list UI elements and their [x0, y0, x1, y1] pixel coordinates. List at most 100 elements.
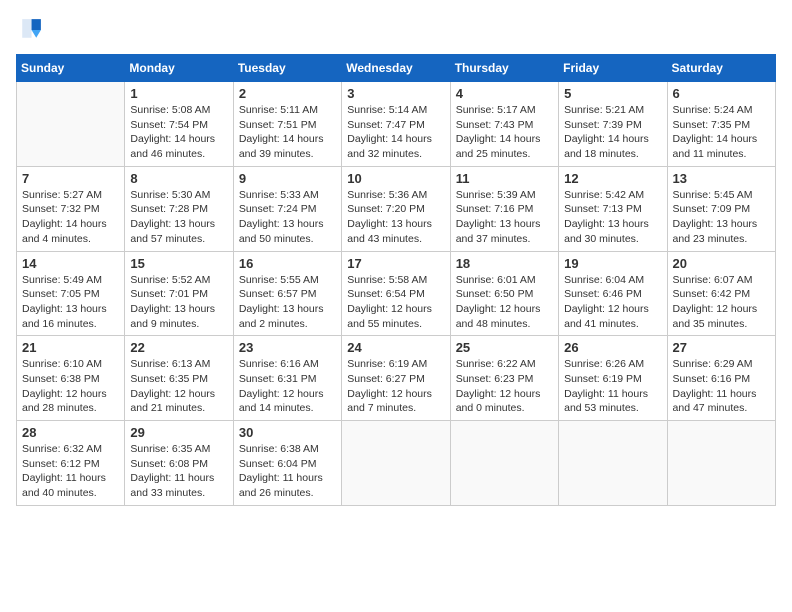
- day-detail: Sunrise: 6:38 AMSunset: 6:04 PMDaylight:…: [239, 442, 336, 501]
- day-detail: Sunrise: 5:21 AMSunset: 7:39 PMDaylight:…: [564, 103, 661, 162]
- calendar-table: SundayMondayTuesdayWednesdayThursdayFrid…: [16, 54, 776, 506]
- header-cell-tuesday: Tuesday: [233, 55, 341, 82]
- calendar-cell: 18 Sunrise: 6:01 AMSunset: 6:50 PMDayligh…: [450, 251, 558, 336]
- day-detail: Sunrise: 5:58 AMSunset: 6:54 PMDaylight:…: [347, 273, 444, 332]
- day-detail: Sunrise: 5:36 AMSunset: 7:20 PMDaylight:…: [347, 188, 444, 247]
- day-number: 10: [347, 171, 444, 186]
- header-cell-monday: Monday: [125, 55, 233, 82]
- calendar-week-4: 21Sunrise: 6:10 AMSunset: 6:38 PMDayligh…: [17, 336, 776, 421]
- day-detail: Sunrise: 6:35 AMSunset: 6:08 PMDaylight:…: [130, 442, 227, 501]
- day-number: 28: [22, 425, 119, 440]
- calendar-cell: 26Sunrise: 6:26 AMSunset: 6:19 PMDayligh…: [559, 336, 667, 421]
- day-number: 23: [239, 340, 336, 355]
- calendar-cell: 27 Sunrise: 6:29 AMSunset: 6:16 PMDayligh…: [667, 336, 775, 421]
- calendar-cell: 20 Sunrise: 6:07 AMSunset: 6:42 PMDayligh…: [667, 251, 775, 336]
- calendar-week-2: 7 Sunrise: 5:27 AMSunset: 7:32 PMDaylight…: [17, 166, 776, 251]
- day-detail: Sunrise: 5:45 AMSunset: 7:09 PMDaylight:…: [673, 188, 770, 247]
- calendar-cell: 19 Sunrise: 6:04 AMSunset: 6:46 PMDayligh…: [559, 251, 667, 336]
- day-detail: Sunrise: 6:01 AMSunset: 6:50 PMDaylight:…: [456, 273, 553, 332]
- day-detail: Sunrise: 5:11 AMSunset: 7:51 PMDaylight:…: [239, 103, 336, 162]
- day-detail: Sunrise: 6:32 AMSunset: 6:12 PMDaylight:…: [22, 442, 119, 501]
- calendar-cell: 12 Sunrise: 5:42 AMSunset: 7:13 PMDayligh…: [559, 166, 667, 251]
- day-number: 8: [130, 171, 227, 186]
- calendar-cell: 2Sunrise: 5:11 AMSunset: 7:51 PMDaylight…: [233, 82, 341, 167]
- day-number: 13: [673, 171, 770, 186]
- calendar-cell: 7 Sunrise: 5:27 AMSunset: 7:32 PMDaylight…: [17, 166, 125, 251]
- logo: [16, 16, 48, 44]
- day-number: 14: [22, 256, 119, 271]
- calendar-cell: 24 Sunrise: 6:19 AMSunset: 6:27 PMDayligh…: [342, 336, 450, 421]
- calendar-cell: 8 Sunrise: 5:30 AMSunset: 7:28 PMDaylight…: [125, 166, 233, 251]
- day-number: 18: [456, 256, 553, 271]
- day-number: 17: [347, 256, 444, 271]
- day-number: 12: [564, 171, 661, 186]
- day-number: 7: [22, 171, 119, 186]
- day-detail: Sunrise: 5:42 AMSunset: 7:13 PMDaylight:…: [564, 188, 661, 247]
- day-number: 21: [22, 340, 119, 355]
- header-row: SundayMondayTuesdayWednesdayThursdayFrid…: [17, 55, 776, 82]
- calendar-cell: 14 Sunrise: 5:49 AMSunset: 7:05 PMDayligh…: [17, 251, 125, 336]
- day-detail: Sunrise: 5:14 AMSunset: 7:47 PMDaylight:…: [347, 103, 444, 162]
- header-cell-wednesday: Wednesday: [342, 55, 450, 82]
- day-detail: Sunrise: 6:19 AMSunset: 6:27 PMDaylight:…: [347, 357, 444, 416]
- day-number: 15: [130, 256, 227, 271]
- day-detail: Sunrise: 5:39 AMSunset: 7:16 PMDaylight:…: [456, 188, 553, 247]
- calendar-cell: 16 Sunrise: 5:55 AMSunset: 6:57 PMDayligh…: [233, 251, 341, 336]
- calendar-cell: 30 Sunrise: 6:38 AMSunset: 6:04 PMDayligh…: [233, 421, 341, 506]
- day-detail: Sunrise: 6:26 AMSunset: 6:19 PMDaylight:…: [564, 357, 661, 416]
- day-number: 4: [456, 86, 553, 101]
- day-number: 30: [239, 425, 336, 440]
- calendar-cell: 25 Sunrise: 6:22 AMSunset: 6:23 PMDayligh…: [450, 336, 558, 421]
- calendar-cell: 13 Sunrise: 5:45 AMSunset: 7:09 PMDayligh…: [667, 166, 775, 251]
- day-detail: Sunrise: 5:55 AMSunset: 6:57 PMDaylight:…: [239, 273, 336, 332]
- calendar-week-1: 1 Sunrise: 5:08 AMSunset: 7:54 PMDaylight…: [17, 82, 776, 167]
- calendar-cell: [450, 421, 558, 506]
- calendar-cell: 17 Sunrise: 5:58 AMSunset: 6:54 PMDayligh…: [342, 251, 450, 336]
- calendar-cell: 23Sunrise: 6:16 AMSunset: 6:31 PMDayligh…: [233, 336, 341, 421]
- day-detail: Sunrise: 6:04 AMSunset: 6:46 PMDaylight:…: [564, 273, 661, 332]
- day-number: 27: [673, 340, 770, 355]
- calendar-cell: 21Sunrise: 6:10 AMSunset: 6:38 PMDayligh…: [17, 336, 125, 421]
- day-number: 16: [239, 256, 336, 271]
- day-number: 20: [673, 256, 770, 271]
- calendar-cell: 6 Sunrise: 5:24 AMSunset: 7:35 PMDaylight…: [667, 82, 775, 167]
- header-cell-thursday: Thursday: [450, 55, 558, 82]
- calendar-cell: [667, 421, 775, 506]
- day-detail: Sunrise: 6:22 AMSunset: 6:23 PMDaylight:…: [456, 357, 553, 416]
- day-detail: Sunrise: 6:29 AMSunset: 6:16 PMDaylight:…: [673, 357, 770, 416]
- day-detail: Sunrise: 6:07 AMSunset: 6:42 PMDaylight:…: [673, 273, 770, 332]
- day-detail: Sunrise: 5:24 AMSunset: 7:35 PMDaylight:…: [673, 103, 770, 162]
- calendar-header: SundayMondayTuesdayWednesdayThursdayFrid…: [17, 55, 776, 82]
- calendar-cell: 10 Sunrise: 5:36 AMSunset: 7:20 PMDayligh…: [342, 166, 450, 251]
- day-number: 6: [673, 86, 770, 101]
- calendar-cell: 29 Sunrise: 6:35 AMSunset: 6:08 PMDayligh…: [125, 421, 233, 506]
- calendar-cell: 3 Sunrise: 5:14 AMSunset: 7:47 PMDaylight…: [342, 82, 450, 167]
- day-number: 29: [130, 425, 227, 440]
- day-number: 19: [564, 256, 661, 271]
- calendar-body: 1 Sunrise: 5:08 AMSunset: 7:54 PMDaylight…: [17, 82, 776, 506]
- calendar-cell: 5Sunrise: 5:21 AMSunset: 7:39 PMDaylight…: [559, 82, 667, 167]
- calendar-cell: 9Sunrise: 5:33 AMSunset: 7:24 PMDaylight…: [233, 166, 341, 251]
- header-cell-saturday: Saturday: [667, 55, 775, 82]
- day-detail: Sunrise: 5:52 AMSunset: 7:01 PMDaylight:…: [130, 273, 227, 332]
- day-number: 9: [239, 171, 336, 186]
- day-number: 3: [347, 86, 444, 101]
- day-detail: Sunrise: 5:30 AMSunset: 7:28 PMDaylight:…: [130, 188, 227, 247]
- day-detail: Sunrise: 5:17 AMSunset: 7:43 PMDaylight:…: [456, 103, 553, 162]
- calendar-week-3: 14 Sunrise: 5:49 AMSunset: 7:05 PMDayligh…: [17, 251, 776, 336]
- day-detail: Sunrise: 5:49 AMSunset: 7:05 PMDaylight:…: [22, 273, 119, 332]
- day-number: 11: [456, 171, 553, 186]
- day-number: 25: [456, 340, 553, 355]
- day-number: 22: [130, 340, 227, 355]
- day-detail: Sunrise: 5:27 AMSunset: 7:32 PMDaylight:…: [22, 188, 119, 247]
- calendar-cell: 15 Sunrise: 5:52 AMSunset: 7:01 PMDayligh…: [125, 251, 233, 336]
- day-number: 24: [347, 340, 444, 355]
- calendar-cell: 1 Sunrise: 5:08 AMSunset: 7:54 PMDaylight…: [125, 82, 233, 167]
- calendar-cell: [17, 82, 125, 167]
- calendar-cell: 22Sunrise: 6:13 AMSunset: 6:35 PMDayligh…: [125, 336, 233, 421]
- day-detail: Sunrise: 5:08 AMSunset: 7:54 PMDaylight:…: [130, 103, 227, 162]
- header-cell-sunday: Sunday: [17, 55, 125, 82]
- day-number: 1: [130, 86, 227, 101]
- calendar-week-5: 28 Sunrise: 6:32 AMSunset: 6:12 PMDayligh…: [17, 421, 776, 506]
- calendar-cell: [559, 421, 667, 506]
